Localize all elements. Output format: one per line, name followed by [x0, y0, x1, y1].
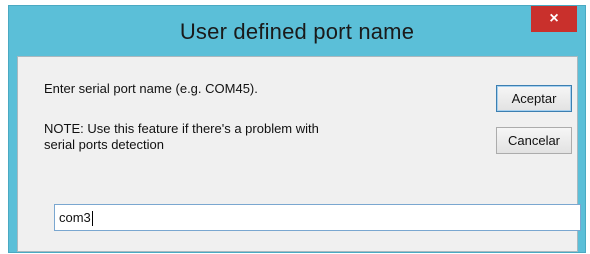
- cancel-button[interactable]: Cancelar: [496, 127, 572, 154]
- prompt-text: Enter serial port name (e.g. COM45).: [44, 81, 258, 96]
- close-button[interactable]: ×: [531, 6, 577, 32]
- accept-button[interactable]: Aceptar: [496, 85, 572, 112]
- dialog-window: User defined port name × Enter serial po…: [8, 5, 586, 253]
- port-name-input[interactable]: com3: [54, 204, 581, 231]
- note-line-1: NOTE: Use this feature if there's a prob…: [44, 121, 319, 136]
- window-title: User defined port name: [179, 19, 415, 44]
- title-bar[interactable]: User defined port name ×: [9, 6, 585, 56]
- text-caret: [91, 211, 93, 227]
- dialog-body: Enter serial port name (e.g. COM45). NOT…: [17, 56, 581, 252]
- note-text: NOTE: Use this feature if there's a prob…: [44, 121, 404, 153]
- note-line-2: serial ports detection: [44, 137, 164, 152]
- close-icon: ×: [549, 10, 559, 27]
- port-name-value: com3: [59, 210, 91, 225]
